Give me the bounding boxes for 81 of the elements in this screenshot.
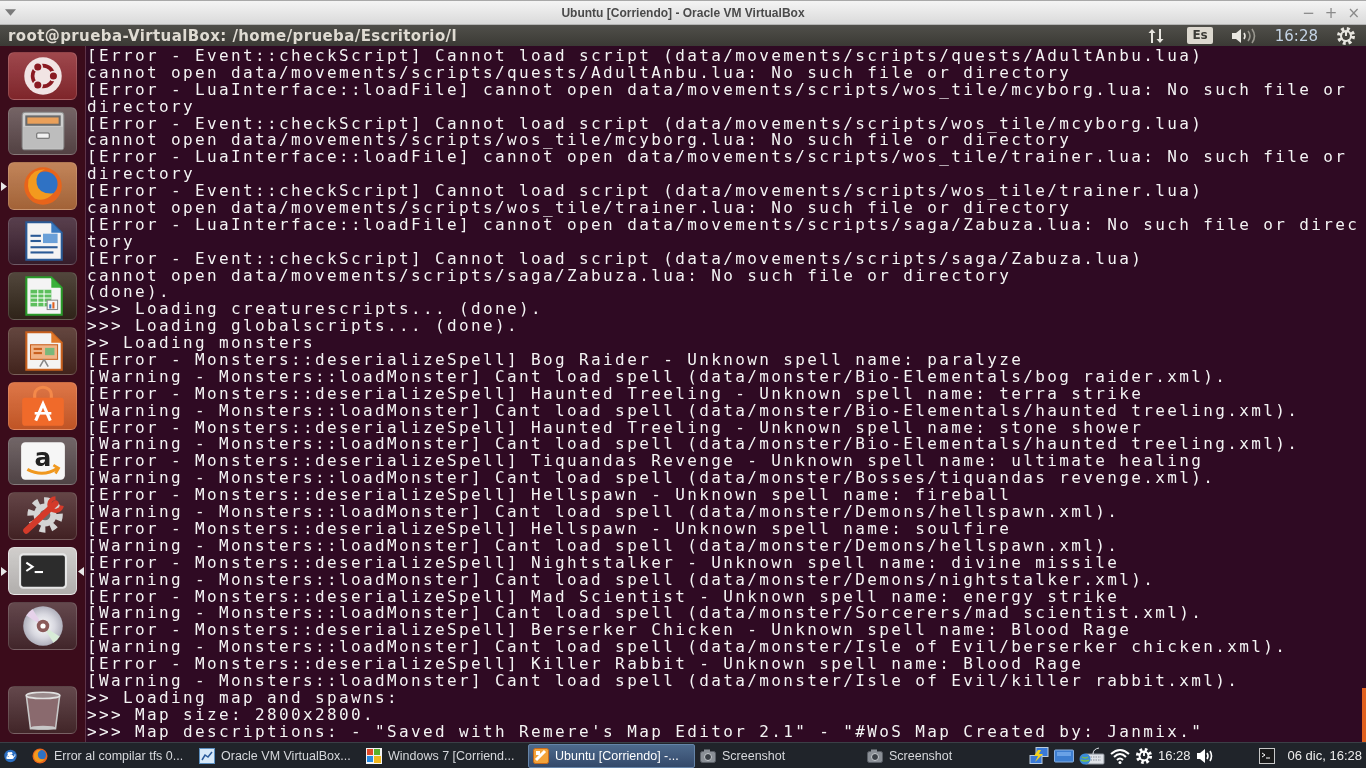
terminal-line: [Warning - Monsters::loadMonster] Cant load spell (data/monster/Demons/hellspawn.xml). bbox=[87, 537, 1120, 555]
globe-icon bbox=[32, 747, 48, 764]
terminal-line: [Warning - Monsters::loadMonster] Cant load spell (data/monster/Bosses/tiquandas revenge.xml). bbox=[87, 470, 1216, 488]
chart-window-icon bbox=[199, 747, 215, 764]
speaker-icon[interactable] bbox=[1230, 27, 1257, 44]
terminal-line: directory bbox=[87, 166, 196, 184]
terminal-line: [Error - Monsters::deserializeSpell] Mad Scientist - Unknown spell name: energy strike bbox=[87, 588, 1120, 606]
terminal-line: [Warning - Monsters::loadMonster] Cant load spell (data/monster/Bio-Elementals/haunted treeling.xml). bbox=[87, 402, 1300, 420]
terminal-line: [Error - Event::checkScript] Cannot load script (data/movements/scripts/wos_tile/trainer.lua) bbox=[87, 183, 1204, 200]
terminal-line: [Error - Event::checkScript] Cannot load script (data/movements/scripts/saga/Zabuza.lua) bbox=[87, 250, 1144, 268]
terminal-line: >>> Map size: 2800x2800. bbox=[87, 706, 376, 724]
launcher-item[interactable] bbox=[8, 217, 77, 265]
terminal-line: [Error - Monsters::deserializeSpell] Berserker Chicken - Unknown spell name: Blood Rage bbox=[87, 622, 1132, 640]
terminal-line: [Warning - Monsters::loadMonster] Cant load spell (data/monster/Bio-Elementals/bog raider.xml). bbox=[87, 368, 1228, 386]
taskbar-button[interactable]: Screenshot bbox=[862, 743, 1029, 768]
display-icon[interactable] bbox=[1054, 747, 1074, 764]
launcher-item[interactable] bbox=[8, 327, 77, 375]
terminal-line: [Warning - Monsters::loadMonster] Cant load spell (data/monster/Sorcerers/mad scientist.xml). bbox=[87, 605, 1204, 623]
terminal-icon[interactable] bbox=[1258, 747, 1275, 764]
terminal-line: [Warning - Monsters::loadMonster] Cant load spell (data/monster/Demons/hellspawn.xml). bbox=[87, 504, 1120, 521]
up-down-arrows-icon[interactable] bbox=[1147, 27, 1166, 44]
terminal-line: [Error - Monsters::deserializeSpell] Haunted Treeling - Unknown spell name: stone shower bbox=[87, 419, 1144, 437]
caret-down-icon[interactable] bbox=[5, 9, 16, 16]
terminal-line: directory bbox=[87, 98, 196, 116]
terminal-line: [Error - Event::checkScript] Cannot load script (data/movements/scripts/wos_tile/mcyborg.lua) bbox=[87, 115, 1204, 133]
taskbar-button[interactable]: Error al compilar tfs 0... bbox=[27, 743, 194, 768]
taskbar-button[interactable]: Screenshot bbox=[695, 743, 862, 768]
taskbar-clock[interactable]: 16:28 bbox=[1158, 748, 1191, 763]
terminal-line: [Error - Monsters::deserializeSpell] Bog Raider - Unknown spell name: paralyze bbox=[87, 352, 1024, 369]
terminal-line: [Error - Monsters::deserializeSpell] Killer Rabbit - Unknown spell name: Blood Rage bbox=[87, 656, 1084, 673]
terminal-line: cannot open data/movements/scripts/quests/AdultAnbu.lua: No such file or directory bbox=[87, 64, 1072, 82]
taskbar-date-time[interactable]: 06 dic, 16:28 bbox=[1287, 748, 1362, 763]
panel-title: root@prueba-VirtualBox: /home/prueba/Escritorio/l bbox=[7, 26, 458, 45]
app-tile-icon bbox=[533, 747, 549, 764]
power-gear-icon[interactable] bbox=[1336, 25, 1356, 46]
terminal-line: cannot open data/movements/scripts/wos_tile/trainer.lua: No such file or directory bbox=[87, 200, 1072, 217]
scrollbar-thumb[interactable] bbox=[1362, 688, 1366, 742]
terminal-line: [Error - Monsters::deserializeSpell] Nightstalker - Unknown spell name: divine missile bbox=[87, 554, 1120, 572]
terminal-line: >>> Map descriptions: - "Saved with Remere's Map Editor 2.1" - "#WoS Map Created by: Janmix." bbox=[87, 723, 1204, 741]
terminal-line: tory bbox=[87, 233, 135, 251]
camera-icon bbox=[867, 747, 883, 764]
launcher-item[interactable] bbox=[8, 272, 77, 320]
terminal-line: cannot open data/movements/scripts/wos_tile/mcyborg.lua: No such file or directory bbox=[87, 132, 1072, 150]
panel-clock[interactable]: 16:28 bbox=[1274, 26, 1318, 45]
terminal-line: [Error - Monsters::deserializeSpell] Hellspawn - Unknown spell name: soulfire bbox=[87, 520, 1012, 538]
launcher-item[interactable]: a bbox=[8, 437, 77, 485]
window-title: Ubuntu [Corriendo] - Oracle VM VirtualBox bbox=[561, 5, 805, 20]
keyboard-globe-icon[interactable] bbox=[1079, 746, 1105, 765]
terminal-line: [Warning - Monsters::loadMonster] Cant load spell (data/monster/Bio-Elementals/haunted treeling.xml). bbox=[87, 436, 1300, 454]
terminal-line: >>> Loading globalscripts... (done). bbox=[87, 318, 520, 336]
terminal-line: [Error - Monsters::deserializeSpell] Tiquandas Revenge - Unknown spell name: ultimate healing bbox=[87, 453, 1204, 471]
terminal-line: >> Loading monsters bbox=[87, 335, 316, 353]
terminal-icon bbox=[17, 550, 68, 592]
terminal-line: [Error - Monsters::deserializeSpell] Haunted Treeling - Unknown spell name: terra strike bbox=[87, 385, 1144, 403]
terminal-line: [Warning - Monsters::loadMonster] Cant load spell (data/monster/Isle of Evil/berserker chicken.xml). bbox=[87, 639, 1288, 657]
wifi-icon[interactable] bbox=[1110, 747, 1130, 764]
terminal-line: [Warning - Monsters::loadMonster] Cant load spell (data/monster/Isle of Evil/killer rabbit.xml). bbox=[87, 672, 1240, 690]
launcher-item[interactable] bbox=[8, 52, 77, 100]
network-computers-icon[interactable] bbox=[1029, 746, 1049, 765]
terminal-line: [Error - LuaInterface::loadFile] cannot open data/movements/scripts/wos_tile/mcyborg.lua: No such file or bbox=[87, 81, 1348, 99]
launcher-item[interactable] bbox=[8, 492, 77, 540]
speaker-icon[interactable] bbox=[1195, 747, 1214, 764]
terminal-line: cannot open data/movements/scripts/saga/Zabuza.lua: No such file or directory bbox=[87, 267, 1012, 285]
taskbar-button[interactable]: Oracle VM VirtualBox... bbox=[194, 743, 361, 768]
taskbar-button[interactable]: Windows 7 [Corriend... bbox=[361, 743, 528, 768]
keyboard-layout-indicator[interactable]: Es bbox=[1187, 27, 1213, 44]
terminal-line: >>> Loading creaturescripts... (done). bbox=[87, 301, 544, 319]
terminal-line: [Warning - Monsters::loadMonster] Cant load spell (data/monster/Demons/nightstalker.xml). bbox=[87, 571, 1156, 589]
terminal-line: [Error - Event::checkScript] Cannot load script (data/movements/scripts/quests/AdultAnbu.lua) bbox=[87, 48, 1204, 65]
launcher-item[interactable] bbox=[8, 547, 77, 595]
launcher-item[interactable] bbox=[8, 602, 77, 650]
launcher-item[interactable] bbox=[8, 686, 77, 734]
terminal-line: [Error - LuaInterface::loadFile] cannot open data/movements/scripts/saga/Zabuza.lua: No such file or direc bbox=[87, 216, 1360, 234]
four-squares-icon bbox=[366, 747, 382, 764]
taskbar-button[interactable]: Ubuntu [Corriendo] -... bbox=[528, 743, 695, 768]
terminal-line: [Error - LuaInterface::loadFile] cannot open data/movements/scripts/wos_tile/trainer.lua: No such file or bbox=[87, 149, 1348, 167]
camera-icon bbox=[700, 747, 716, 764]
launcher-item[interactable] bbox=[8, 107, 77, 155]
terminal-line: [Error - Monsters::deserializeSpell] Hellspawn - Unknown spell name: fireball bbox=[87, 487, 1012, 505]
terminal-line: >> Loading map and spawns: bbox=[87, 689, 400, 707]
terminal-line: (done). bbox=[87, 284, 172, 302]
